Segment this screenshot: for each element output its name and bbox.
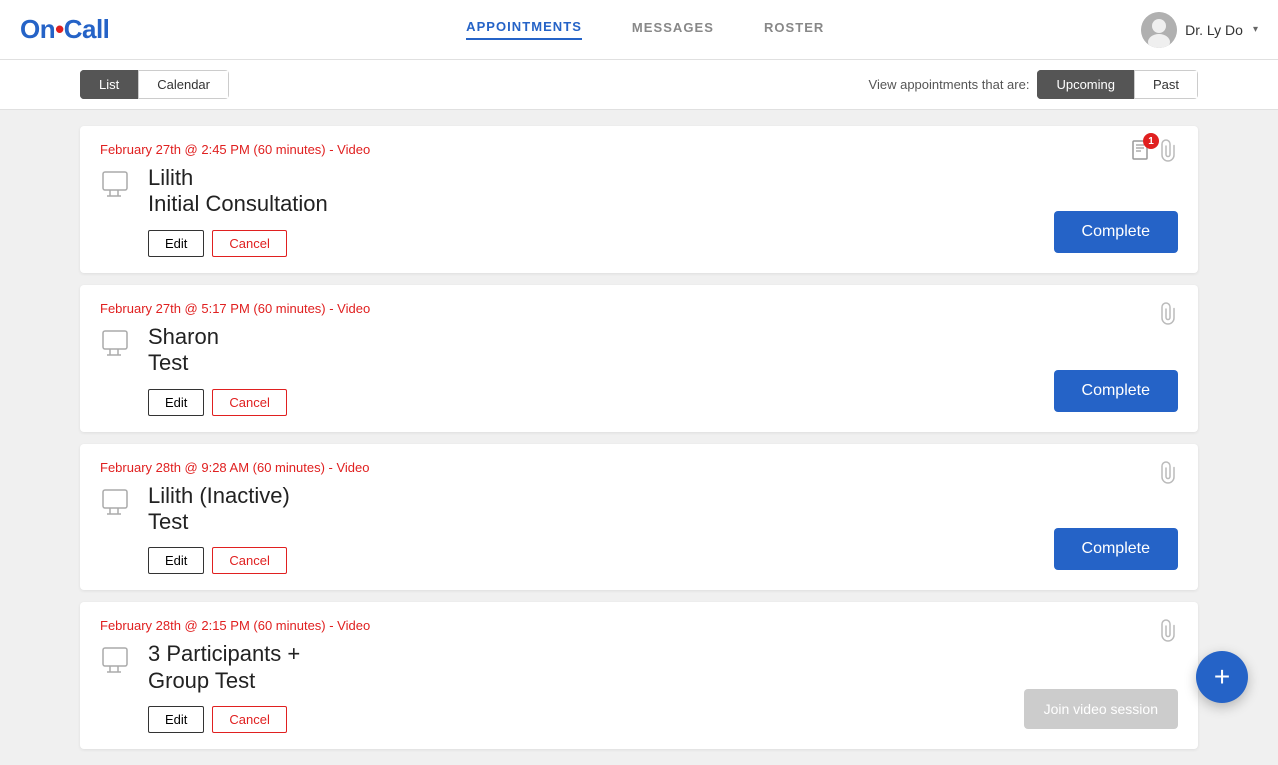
cancel-button-2[interactable]: Cancel xyxy=(212,389,286,416)
appointments-list: February 27th @ 2:45 PM (60 minutes) - V… xyxy=(0,110,1278,765)
notes-badge-1: 1 xyxy=(1143,133,1159,149)
list-view-button[interactable]: List xyxy=(80,70,138,99)
notes-icon-1[interactable]: 1 xyxy=(1130,138,1154,168)
logo-dot: • xyxy=(55,14,64,44)
appt-patient-name-2: Sharon Test xyxy=(148,324,1178,377)
filter-past-button[interactable]: Past xyxy=(1134,70,1198,99)
cancel-button-1[interactable]: Cancel xyxy=(212,230,286,257)
appointment-card-3: February 28th @ 9:28 AM (60 minutes) - V… xyxy=(80,444,1198,591)
appt-body-4: 3 Participants + Group Test Edit Cancel xyxy=(100,641,1178,733)
appointment-card-1: February 27th @ 2:45 PM (60 minutes) - V… xyxy=(80,126,1198,273)
video-monitor-icon-1 xyxy=(100,169,136,199)
paperclip-icon-4[interactable] xyxy=(1158,618,1178,648)
appt-date-4: February 28th @ 2:15 PM (60 minutes) - V… xyxy=(100,618,1178,633)
appt-info-1: Lilith Initial Consultation Edit Cancel xyxy=(148,165,1178,257)
subheader: List Calendar View appointments that are… xyxy=(0,60,1278,110)
app-header: On•Call APPOINTMENTS MESSAGES ROSTER Dr.… xyxy=(0,0,1278,60)
video-monitor-icon-4 xyxy=(100,645,136,675)
appt-date-3: February 28th @ 9:28 AM (60 minutes) - V… xyxy=(100,460,1178,475)
video-monitor-icon-3 xyxy=(100,487,136,517)
appointment-card-4: February 28th @ 2:15 PM (60 minutes) - V… xyxy=(80,602,1198,749)
appt-body-1: Lilith Initial Consultation Edit Cancel xyxy=(100,165,1178,257)
cancel-button-3[interactable]: Cancel xyxy=(212,547,286,574)
nav-messages[interactable]: MESSAGES xyxy=(632,20,714,39)
filter-upcoming-button[interactable]: Upcoming xyxy=(1037,70,1134,99)
complete-button-3[interactable]: Complete xyxy=(1054,528,1178,570)
appt-date-1: February 27th @ 2:45 PM (60 minutes) - V… xyxy=(100,142,1178,157)
chevron-down-icon: ▾ xyxy=(1253,24,1258,35)
appt-body-3: Lilith (Inactive) Test Edit Cancel xyxy=(100,483,1178,575)
avatar xyxy=(1141,12,1177,48)
nav-roster[interactable]: ROSTER xyxy=(764,20,824,39)
appt-patient-name-3: Lilith (Inactive) Test xyxy=(148,483,1178,536)
card-icons-1: 1 xyxy=(1130,138,1178,168)
complete-button-1[interactable]: Complete xyxy=(1054,211,1178,253)
appt-actions-3: Edit Cancel xyxy=(148,547,1178,574)
paperclip-icon-3[interactable] xyxy=(1158,460,1178,490)
view-toggle: List Calendar xyxy=(80,70,229,99)
edit-button-3[interactable]: Edit xyxy=(148,547,204,574)
appt-patient-name-1: Lilith Initial Consultation xyxy=(148,165,1178,218)
appt-actions-1: Edit Cancel xyxy=(148,230,1178,257)
video-monitor-icon-2 xyxy=(100,328,136,358)
app-logo[interactable]: On•Call xyxy=(20,14,109,45)
appointment-filter: Upcoming Past xyxy=(1037,70,1198,99)
main-nav: APPOINTMENTS MESSAGES ROSTER xyxy=(149,19,1141,40)
user-name-label: Dr. Ly Do xyxy=(1185,22,1243,38)
logo-text: On•Call xyxy=(20,14,109,45)
paperclip-icon-2[interactable] xyxy=(1158,301,1178,331)
edit-button-4[interactable]: Edit xyxy=(148,706,204,733)
join-video-button-4[interactable]: Join video session xyxy=(1024,689,1178,729)
appt-body-2: Sharon Test Edit Cancel xyxy=(100,324,1178,416)
add-appointment-fab[interactable]: + xyxy=(1196,651,1248,703)
calendar-view-button[interactable]: Calendar xyxy=(138,70,229,99)
logo-call: Call xyxy=(64,14,110,44)
complete-button-2[interactable]: Complete xyxy=(1054,370,1178,412)
edit-button-2[interactable]: Edit xyxy=(148,389,204,416)
appointment-card-2: February 27th @ 5:17 PM (60 minutes) - V… xyxy=(80,285,1198,432)
appt-info-3: Lilith (Inactive) Test Edit Cancel xyxy=(148,483,1178,575)
appt-actions-2: Edit Cancel xyxy=(148,389,1178,416)
paperclip-icon-1[interactable] xyxy=(1158,138,1178,168)
logo-on: On xyxy=(20,14,55,44)
appt-date-2: February 27th @ 5:17 PM (60 minutes) - V… xyxy=(100,301,1178,316)
nav-appointments[interactable]: APPOINTMENTS xyxy=(466,19,582,40)
cancel-button-4[interactable]: Cancel xyxy=(212,706,286,733)
appt-patient-name-4: 3 Participants + Group Test xyxy=(148,641,1178,694)
user-menu[interactable]: Dr. Ly Do ▾ xyxy=(1141,12,1258,48)
appt-info-2: Sharon Test Edit Cancel xyxy=(148,324,1178,416)
edit-button-1[interactable]: Edit xyxy=(148,230,204,257)
filter-label: View appointments that are: xyxy=(869,77,1030,92)
